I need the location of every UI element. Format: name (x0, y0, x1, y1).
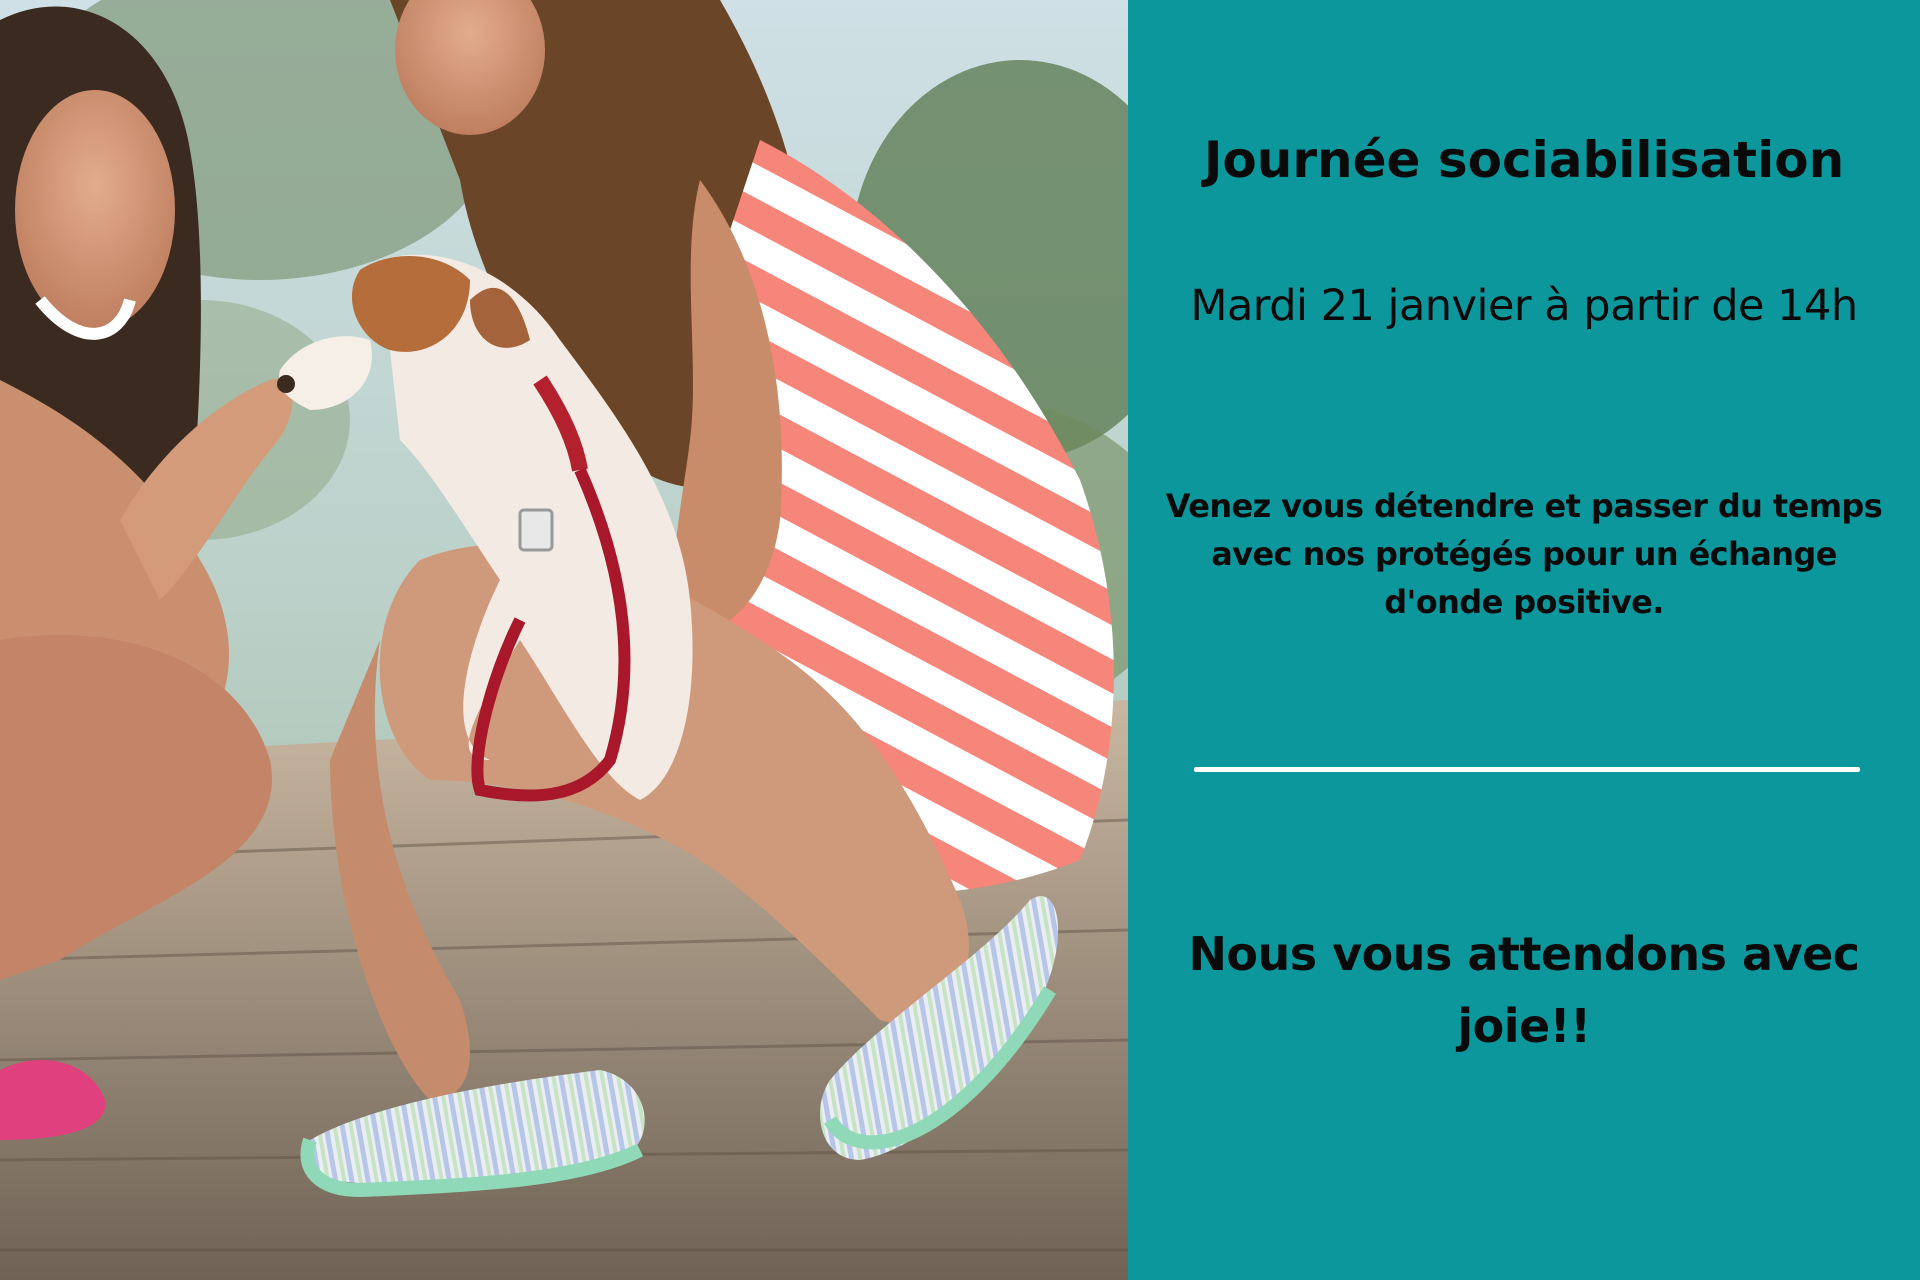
closing-message: Nous vous attendons avec joie!! (1128, 918, 1920, 1062)
description-line: Venez vous détendre et passer du temps (1165, 487, 1883, 525)
closing-line: joie!! (1457, 999, 1591, 1053)
closing-line: Nous vous attendons avec (1188, 927, 1860, 981)
description-line: d'onde positive. (1384, 583, 1664, 621)
divider-line (1194, 767, 1860, 772)
photo-girls-with-puppy (0, 0, 1128, 1280)
photo-illustration (0, 0, 1128, 1280)
poster: Journée sociabilisation Mardi 21 janvier… (0, 0, 1920, 1280)
description-line: avec nos protégés pour un échange (1211, 535, 1837, 573)
event-title: Journée sociabilisation (1203, 131, 1845, 189)
event-description: Venez vous détendre et passer du temps a… (1128, 482, 1920, 626)
info-panel: Journée sociabilisation Mardi 21 janvier… (1128, 0, 1920, 1280)
event-date: Mardi 21 janvier à partir de 14h (1190, 281, 1858, 331)
